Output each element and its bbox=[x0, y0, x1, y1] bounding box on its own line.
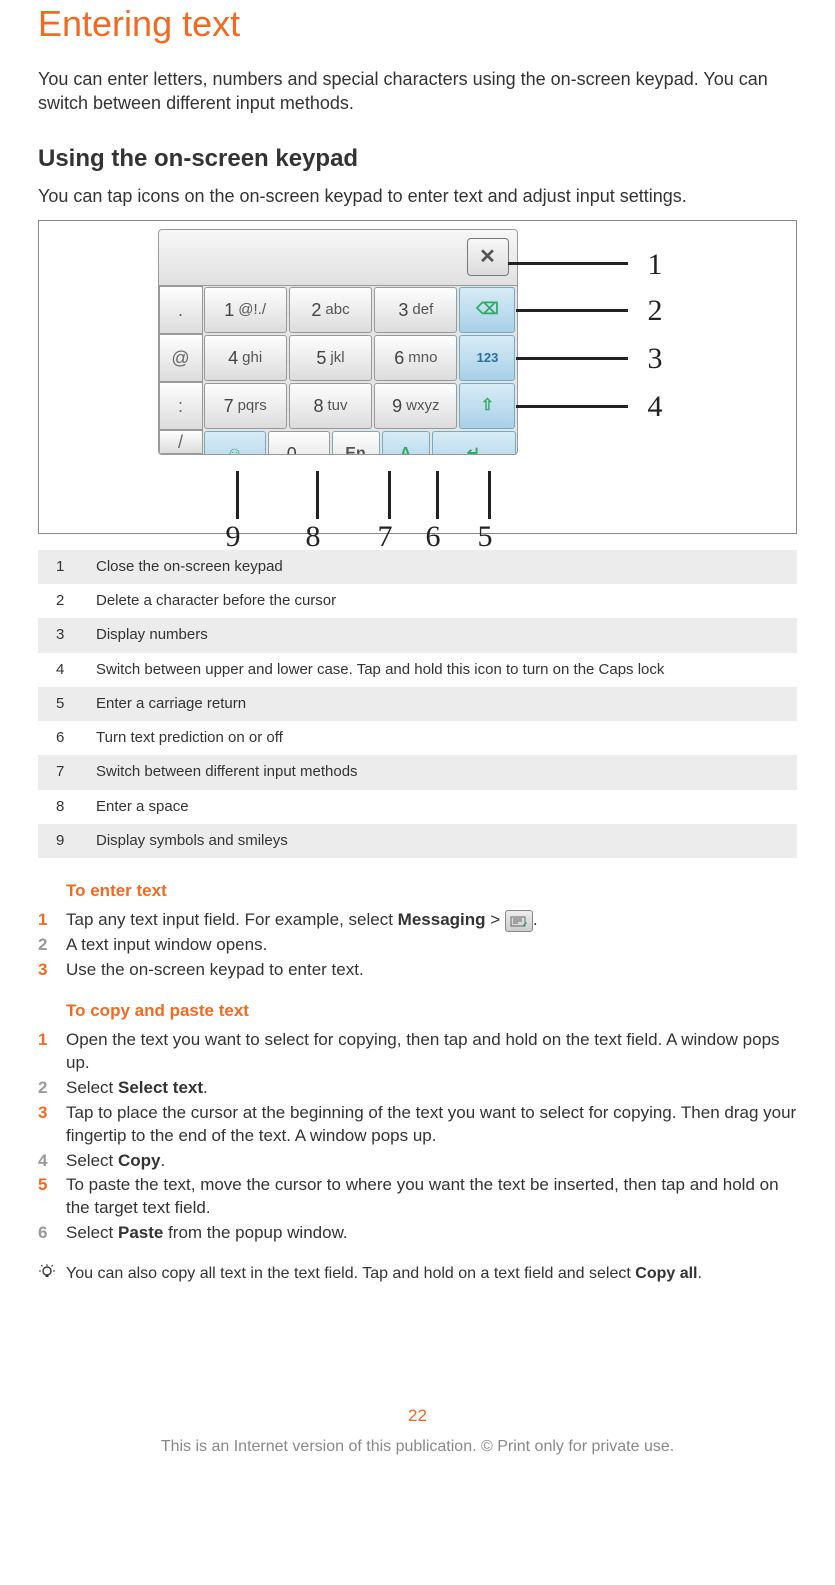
key-4[interactable]: 4ghi bbox=[204, 335, 287, 381]
key-9[interactable]: 9wxyz bbox=[374, 383, 457, 429]
key-0[interactable]: 0␣ bbox=[268, 431, 330, 455]
callout-6: 6 bbox=[426, 517, 441, 558]
callout-5: 5 bbox=[478, 517, 493, 558]
smiley-icon[interactable]: ☺ bbox=[204, 431, 266, 455]
enter-text-steps: 1Tap any text input field. For example, … bbox=[38, 909, 797, 982]
step: Use the on-screen keypad to enter text. bbox=[66, 959, 797, 982]
backspace-icon[interactable]: ⌫ bbox=[459, 287, 515, 333]
step: Tap any text input field. For example, s… bbox=[66, 909, 797, 932]
key-7[interactable]: 7pqrs bbox=[204, 383, 287, 429]
input-method-key[interactable]: En bbox=[332, 431, 380, 455]
section-heading: Using the on-screen keypad bbox=[38, 143, 797, 175]
callout-9: 9 bbox=[226, 517, 241, 558]
page-title: Entering text bbox=[38, 0, 797, 49]
key-5[interactable]: 5jkl bbox=[289, 335, 372, 381]
copy-paste-steps: 1Open the text you want to select for co… bbox=[38, 1029, 797, 1245]
key-colon[interactable]: : bbox=[159, 382, 203, 430]
keypad: ✕ . 1@!./ 2abc 3def ⌫ @ 4ghi 5jkl 6mno 1… bbox=[158, 229, 518, 455]
callout-2: 2 bbox=[648, 291, 663, 332]
intro-text: You can enter letters, numbers and speci… bbox=[38, 67, 797, 116]
step: Select Copy. bbox=[66, 1150, 797, 1173]
tip: You can also copy all text in the text f… bbox=[38, 1263, 797, 1285]
lightbulb-icon bbox=[38, 1263, 66, 1285]
key-1[interactable]: 1@!./ bbox=[204, 287, 287, 333]
key-6[interactable]: 6mno bbox=[374, 335, 457, 381]
page-number: 22 bbox=[38, 1405, 797, 1428]
copy-paste-heading: To copy and paste text bbox=[66, 1000, 797, 1023]
step: Tap to place the cursor at the beginning… bbox=[66, 1102, 797, 1148]
step: Select Paste from the popup window. bbox=[66, 1222, 797, 1245]
numbers-key[interactable]: 123 bbox=[459, 335, 515, 381]
callout-7: 7 bbox=[378, 517, 393, 558]
shift-icon[interactable]: ⇧ bbox=[459, 383, 515, 429]
close-icon[interactable]: ✕ bbox=[467, 238, 509, 276]
footer-text: This is an Internet version of this publ… bbox=[38, 1436, 797, 1458]
section-intro: You can tap icons on the on-screen keypa… bbox=[38, 184, 797, 208]
keypad-figure: ✕ . 1@!./ 2abc 3def ⌫ @ 4ghi 5jkl 6mno 1… bbox=[38, 220, 797, 534]
key-2[interactable]: 2abc bbox=[289, 287, 372, 333]
legend-table: 1Close the on-screen keypad 2Delete a ch… bbox=[38, 550, 797, 858]
enter-text-heading: To enter text bbox=[66, 880, 797, 903]
callout-1: 1 bbox=[648, 245, 663, 286]
key-8[interactable]: 8tuv bbox=[289, 383, 372, 429]
step: Open the text you want to select for cop… bbox=[66, 1029, 797, 1075]
enter-icon[interactable]: ↵ bbox=[432, 431, 516, 455]
key-period[interactable]: . bbox=[159, 286, 203, 334]
step: To paste the text, move the cursor to wh… bbox=[66, 1174, 797, 1220]
keypad-header: ✕ bbox=[159, 230, 517, 286]
callout-4: 4 bbox=[648, 387, 663, 428]
prediction-key[interactable]: A bbox=[382, 431, 430, 455]
step: A text input window opens. bbox=[66, 934, 797, 957]
callout-8: 8 bbox=[306, 517, 321, 558]
step: Select Select text. bbox=[66, 1077, 797, 1100]
key-at[interactable]: @ bbox=[159, 334, 203, 382]
callout-3: 3 bbox=[648, 339, 663, 380]
key-slash[interactable]: / bbox=[159, 430, 203, 454]
key-3[interactable]: 3def bbox=[374, 287, 457, 333]
compose-icon bbox=[505, 910, 533, 932]
